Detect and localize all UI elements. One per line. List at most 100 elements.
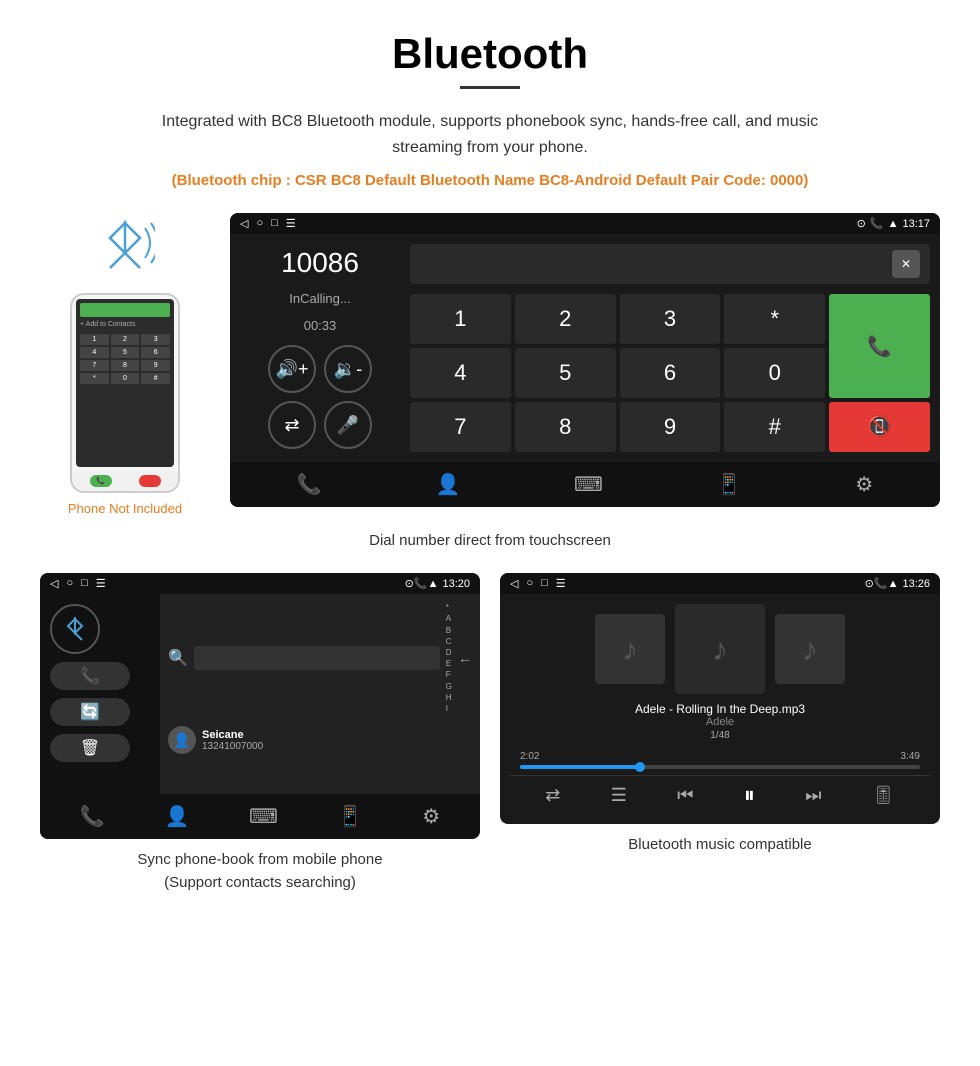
dial-content: 10086 InCalling... 00:33 🔊+ 🔉- ⇄ 🎤 — [230, 234, 940, 462]
contacts-signal-icon: ⊙📞▲ — [405, 577, 439, 590]
numpad-star[interactable]: * — [724, 294, 825, 344]
phone-not-included-label: Phone Not Included — [68, 501, 182, 516]
contact-avatar: 👤 — [168, 726, 196, 754]
phone-mockup: + Add to Contacts 1 2 3 4 5 6 7 8 9 * 0 … — [70, 293, 180, 493]
alpha-star: * — [446, 602, 452, 613]
dial-tab-keypad-icon[interactable]: ⌨ — [574, 472, 603, 497]
music-song-title: Adele - Rolling In the Deep.mp3 Adele 1/… — [635, 702, 805, 741]
contacts-bt-transfer-icon[interactable]: 📱 — [338, 804, 363, 829]
home-icon: ○ — [256, 217, 263, 230]
music-cover-current: ♪ — [675, 604, 765, 694]
numpad-5[interactable]: 5 — [515, 348, 616, 398]
dial-android-screen: ◁ ○ □ ☰ ⊙ 📞 ▲ 13:17 10086 InCalling... 0… — [230, 213, 940, 507]
music-play-pause-icon[interactable]: ⏸ — [744, 782, 755, 808]
call-end-button[interactable]: 📵 — [829, 402, 930, 452]
phone-key-7: 7 — [80, 360, 109, 371]
dial-left: 10086 InCalling... 00:33 🔊+ 🔉- ⇄ 🎤 — [240, 244, 400, 452]
numpad-4[interactable]: 4 — [410, 348, 511, 398]
numpad-9[interactable]: 9 — [620, 402, 721, 452]
dial-tab-contacts-icon[interactable]: 👤 — [435, 472, 460, 497]
numpad-0[interactable]: 0 — [724, 348, 825, 398]
contacts-caption: Sync phone-book from mobile phone (Suppo… — [40, 849, 480, 894]
phone-key-0: 0 — [111, 373, 140, 384]
dial-input-row: ✕ — [410, 244, 930, 284]
music-equalizer-icon[interactable]: 🎚 — [872, 785, 895, 806]
contacts-status-bar: ◁ ○ □ ☰ ⊙📞▲ 13:20 — [40, 573, 480, 594]
mic-button[interactable]: 🎤 — [324, 401, 372, 449]
alpha-e: E — [446, 658, 452, 669]
contacts-search: 🔍 * A B C D E F G H I — [168, 602, 472, 714]
contacts-status-right: ⊙📞▲ 13:20 — [405, 577, 470, 590]
contacts-delete-btn[interactable]: 🗑 — [50, 734, 130, 762]
bottom-screens: ◁ ○ □ ☰ ⊙📞▲ 13:20 📞 — [40, 573, 940, 894]
dial-controls-row-1: 🔊+ 🔉- — [268, 345, 372, 393]
contacts-bt-keypad-icon[interactable]: ⌨ — [249, 804, 278, 829]
phone-key-8: 8 — [111, 360, 140, 371]
music-playlist-icon[interactable]: ☰ — [611, 785, 627, 806]
music-time: 13:26 — [902, 578, 930, 590]
alpha-c: C — [446, 636, 452, 647]
vol-up-button[interactable]: 🔊+ — [268, 345, 316, 393]
contacts-call-btn[interactable]: 📞 — [50, 662, 130, 690]
search-icon: 🔍 — [168, 648, 188, 668]
numpad-6[interactable]: 6 — [620, 348, 721, 398]
switch-button[interactable]: ⇄ — [268, 401, 316, 449]
contacts-bottom-bar: 📞 👤 ⌨ 📱 ⚙ — [40, 794, 480, 839]
contacts-back-arrow[interactable]: ← — [458, 650, 472, 666]
phone-key-3: 3 — [141, 334, 170, 345]
music-body: ♪ ♪ ♪ Adele - Rolling In the Deep.mp3 Ad… — [500, 594, 940, 824]
contact-name: Seicane — [202, 729, 263, 741]
contacts-bt-calls-icon[interactable]: 📞 — [80, 804, 105, 829]
numpad-3[interactable]: 3 — [620, 294, 721, 344]
phone-key-hash: # — [141, 373, 170, 384]
alpha-b: B — [446, 625, 452, 636]
phone-call-button: 📞 — [90, 475, 112, 487]
status-right: ⊙ 📞 ▲ 13:17 — [857, 217, 930, 230]
contacts-bt-settings-icon[interactable]: ⚙ — [422, 804, 440, 829]
music-status-bar: ◁ ○ □ ☰ ⊙📞▲ 13:26 — [500, 573, 940, 594]
dial-timer: 00:33 — [304, 318, 337, 333]
dial-number: 10086 — [281, 247, 359, 279]
time-display: 13:17 — [902, 218, 930, 230]
music-cover-next: ♪ — [775, 614, 845, 684]
music-status-left: ◁ ○ □ ☰ — [510, 577, 566, 590]
contacts-search-bar[interactable] — [194, 646, 440, 670]
dial-tab-transfer-icon[interactable]: 📱 — [717, 472, 742, 497]
vol-down-button[interactable]: 🔉- — [324, 345, 372, 393]
music-status-right: ⊙📞▲ 13:26 — [865, 577, 930, 590]
bluetooth-big-icon — [50, 604, 100, 654]
contact-item[interactable]: 👤 Seicane 13241007000 — [168, 722, 472, 758]
contacts-home-icon: ○ — [66, 577, 73, 590]
contacts-bt-contacts-icon[interactable]: 👤 — [164, 804, 189, 829]
contact-info: Seicane 13241007000 — [202, 729, 263, 752]
dial-right: ✕ 1 2 3 * 📞 4 5 6 0 7 8 9 # 📵 — [410, 244, 930, 452]
bluetooth-signal-icon — [95, 213, 155, 285]
dial-caption: Dial number direct from touchscreen — [40, 532, 940, 549]
numpad-7[interactable]: 7 — [410, 402, 511, 452]
numpad-hash[interactable]: # — [724, 402, 825, 452]
contacts-back-icon: ◁ — [50, 577, 58, 590]
contacts-time: 13:20 — [442, 578, 470, 590]
status-left: ◁ ○ □ ☰ — [240, 217, 296, 230]
dial-tab-settings-icon[interactable]: ⚙ — [855, 472, 873, 497]
music-covers: ♪ ♪ ♪ — [595, 604, 845, 694]
music-back-icon: ◁ — [510, 577, 518, 590]
numpad-2[interactable]: 2 — [515, 294, 616, 344]
music-progress-bar[interactable] — [520, 765, 920, 769]
backspace-button[interactable]: ✕ — [892, 250, 920, 278]
music-shuffle-icon[interactable]: ⇄ — [545, 785, 560, 806]
music-prev-icon[interactable]: ⏮ — [677, 785, 693, 806]
contacts-sync-btn[interactable]: 🔄 — [50, 698, 130, 726]
numpad-8[interactable]: 8 — [515, 402, 616, 452]
music-song-name: Adele - Rolling In the Deep.mp3 — [635, 702, 805, 716]
music-next-icon[interactable]: ⏭ — [805, 785, 821, 806]
dial-tab-calls-icon[interactable]: 📞 — [297, 472, 322, 497]
contacts-status-left: ◁ ○ □ ☰ — [50, 577, 106, 590]
dial-bottom-bar: 📞 👤 ⌨ 📱 ⚙ — [230, 462, 940, 507]
music-progress-fill — [520, 765, 640, 769]
numpad-1[interactable]: 1 — [410, 294, 511, 344]
numpad: 1 2 3 * 📞 4 5 6 0 7 8 9 # 📵 — [410, 294, 930, 452]
call-icon: 📞 — [870, 217, 884, 230]
contacts-recent-icon: □ — [81, 577, 88, 590]
call-accept-button[interactable]: 📞 — [829, 294, 930, 398]
